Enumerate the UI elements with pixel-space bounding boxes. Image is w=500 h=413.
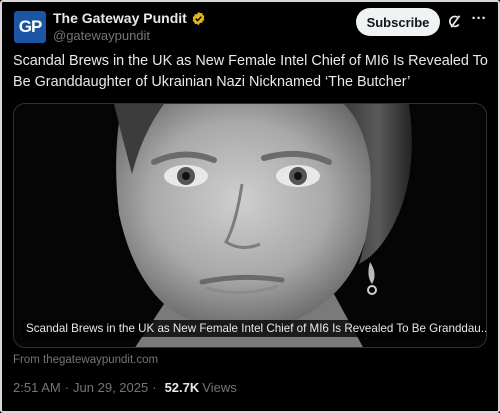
avatar[interactable]: GP bbox=[14, 11, 46, 43]
account-handle[interactable]: @gatewaypundit bbox=[53, 28, 150, 43]
link-card[interactable]: Scandal Brews in the UK as New Female In… bbox=[13, 103, 487, 348]
meta-separator: · bbox=[152, 380, 157, 395]
card-caption[interactable]: Scandal Brews in the UK as New Female In… bbox=[21, 320, 486, 337]
views-label: Views bbox=[202, 380, 237, 395]
card-photo bbox=[14, 104, 486, 347]
tweet-header: GP The Gateway Pundit @gatewaypundit Sub… bbox=[12, 8, 488, 44]
tweet-time[interactable]: 2:51 AM bbox=[13, 380, 61, 395]
meta-separator: · bbox=[64, 380, 70, 395]
views-count: 52.7K bbox=[164, 380, 200, 395]
tweet-date[interactable]: Jun 29, 2025 bbox=[73, 380, 148, 395]
tweet-meta: 2:51 AM · Jun 29, 2025 · 52.7K Views bbox=[13, 380, 237, 395]
grok-icon[interactable] bbox=[446, 14, 462, 30]
verified-badge-icon[interactable] bbox=[191, 11, 206, 26]
avatar-logo-text: GP bbox=[18, 17, 43, 36]
name-row: The Gateway Pundit bbox=[53, 10, 206, 26]
tweet-frame: GP The Gateway Pundit @gatewaypundit Sub… bbox=[0, 0, 500, 413]
subscribe-button[interactable]: Subscribe bbox=[356, 8, 440, 36]
link-source[interactable]: From thegatewaypundit.com bbox=[13, 354, 158, 366]
more-icon[interactable]: ··· bbox=[470, 11, 488, 30]
tweet-text: Scandal Brews in the UK as New Female In… bbox=[13, 53, 488, 90]
display-name[interactable]: The Gateway Pundit bbox=[53, 10, 187, 26]
